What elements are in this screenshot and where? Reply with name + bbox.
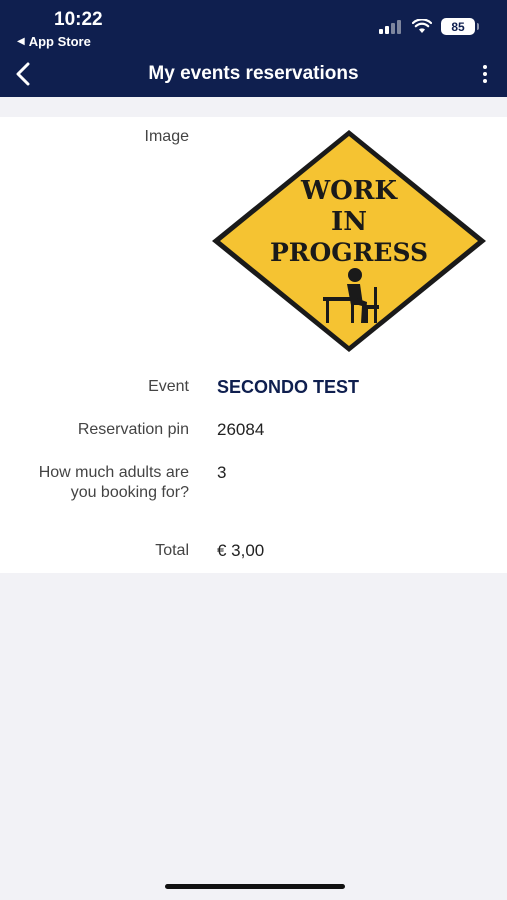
event-label: Event xyxy=(148,378,189,395)
sign-line-3: PROGRESS xyxy=(270,238,428,267)
sign-line-1: WORK xyxy=(300,176,398,206)
reservation-pin-value: 26084 xyxy=(217,420,265,439)
total-value: € 3,00 xyxy=(217,541,265,560)
app-header: 10:22 ◀ App Store 85 My events reservati… xyxy=(0,0,507,97)
event-value: SECONDO TEST xyxy=(217,377,360,397)
more-options-button[interactable] xyxy=(477,61,493,87)
battery-icon: 85 xyxy=(441,18,479,35)
work-in-progress-sign-image: WORK IN PROGRESS xyxy=(212,130,486,352)
page-title: My events reservations xyxy=(148,63,359,84)
image-label: Image xyxy=(144,128,189,145)
back-app-label: App Store xyxy=(28,34,91,49)
back-triangle-icon: ◀ xyxy=(17,36,25,47)
reservation-pin-label: Reservation pin xyxy=(77,421,189,438)
battery-level: 85 xyxy=(451,19,465,34)
adults-value: 3 xyxy=(217,463,227,482)
status-time: 10:22 xyxy=(54,9,103,30)
signal-icon xyxy=(379,19,401,34)
wifi-icon xyxy=(412,19,432,33)
home-indicator[interactable] xyxy=(165,884,345,889)
total-label: Total xyxy=(155,542,189,559)
status-indicators: 85 xyxy=(379,18,479,35)
back-to-app-store-link[interactable]: ◀ App Store xyxy=(17,34,91,49)
adults-label: How much adults are you booking for? xyxy=(38,464,189,501)
reservation-details-card: Image WORK IN PROGRESS Event SECONDO TES… xyxy=(0,117,507,573)
more-vertical-icon xyxy=(483,65,487,69)
sign-line-2: IN xyxy=(331,207,367,237)
